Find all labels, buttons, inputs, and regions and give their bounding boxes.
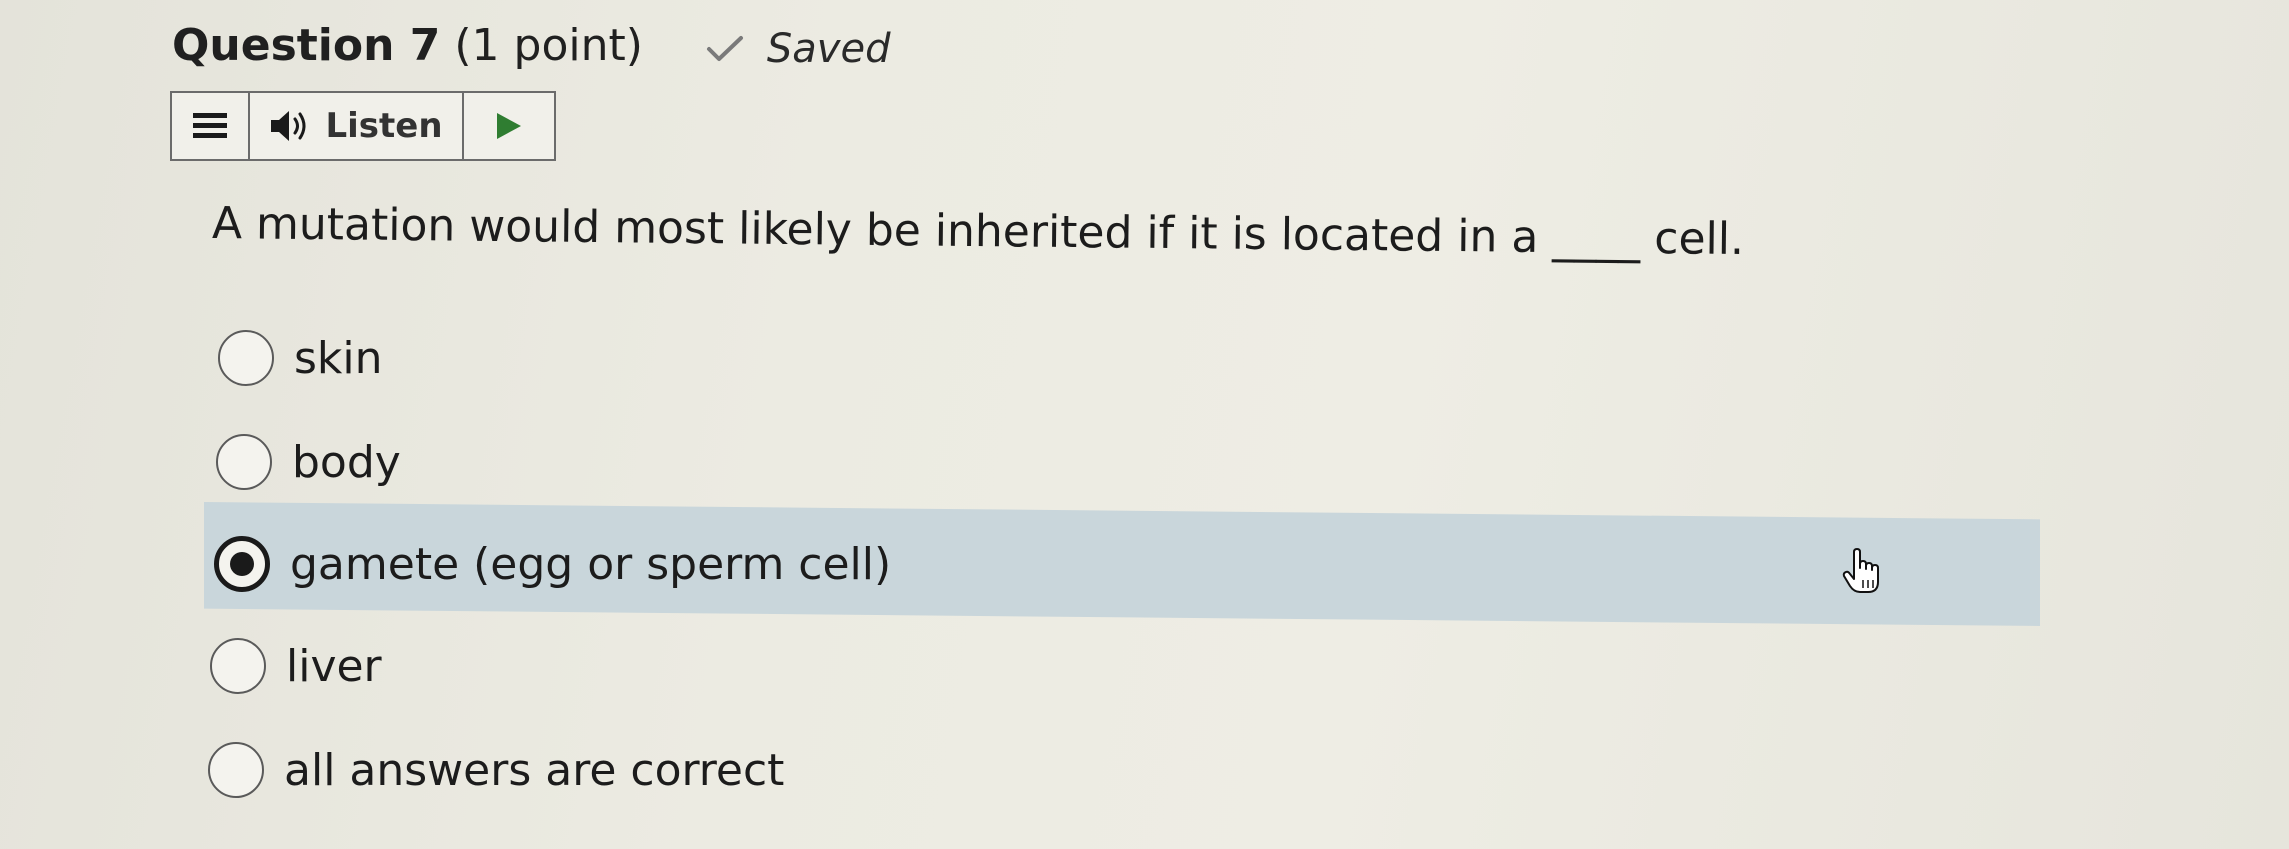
hand-pointer-cursor-icon (1842, 548, 1879, 593)
option-label: liver (286, 640, 382, 692)
option-gamete[interactable]: gamete (egg or sperm cell) (204, 502, 2040, 626)
option-liver[interactable]: liver (210, 636, 382, 696)
radio-button[interactable] (210, 638, 266, 694)
radio-selected-dot (230, 552, 254, 576)
option-body[interactable]: body (216, 432, 401, 492)
radio-button-selected[interactable] (214, 536, 270, 592)
option-label: body (292, 436, 401, 488)
option-skin[interactable]: skin (218, 328, 383, 388)
option-label: skin (294, 332, 383, 384)
option-label: gamete (egg or sperm cell) (290, 538, 892, 590)
radio-button[interactable] (208, 742, 264, 798)
answer-options: skin body gamete (egg or sperm cell) liv… (0, 0, 2289, 849)
option-all-correct[interactable]: all answers are correct (208, 740, 784, 800)
option-label: all answers are correct (284, 744, 785, 796)
radio-button[interactable] (218, 330, 274, 386)
radio-button[interactable] (216, 434, 272, 490)
